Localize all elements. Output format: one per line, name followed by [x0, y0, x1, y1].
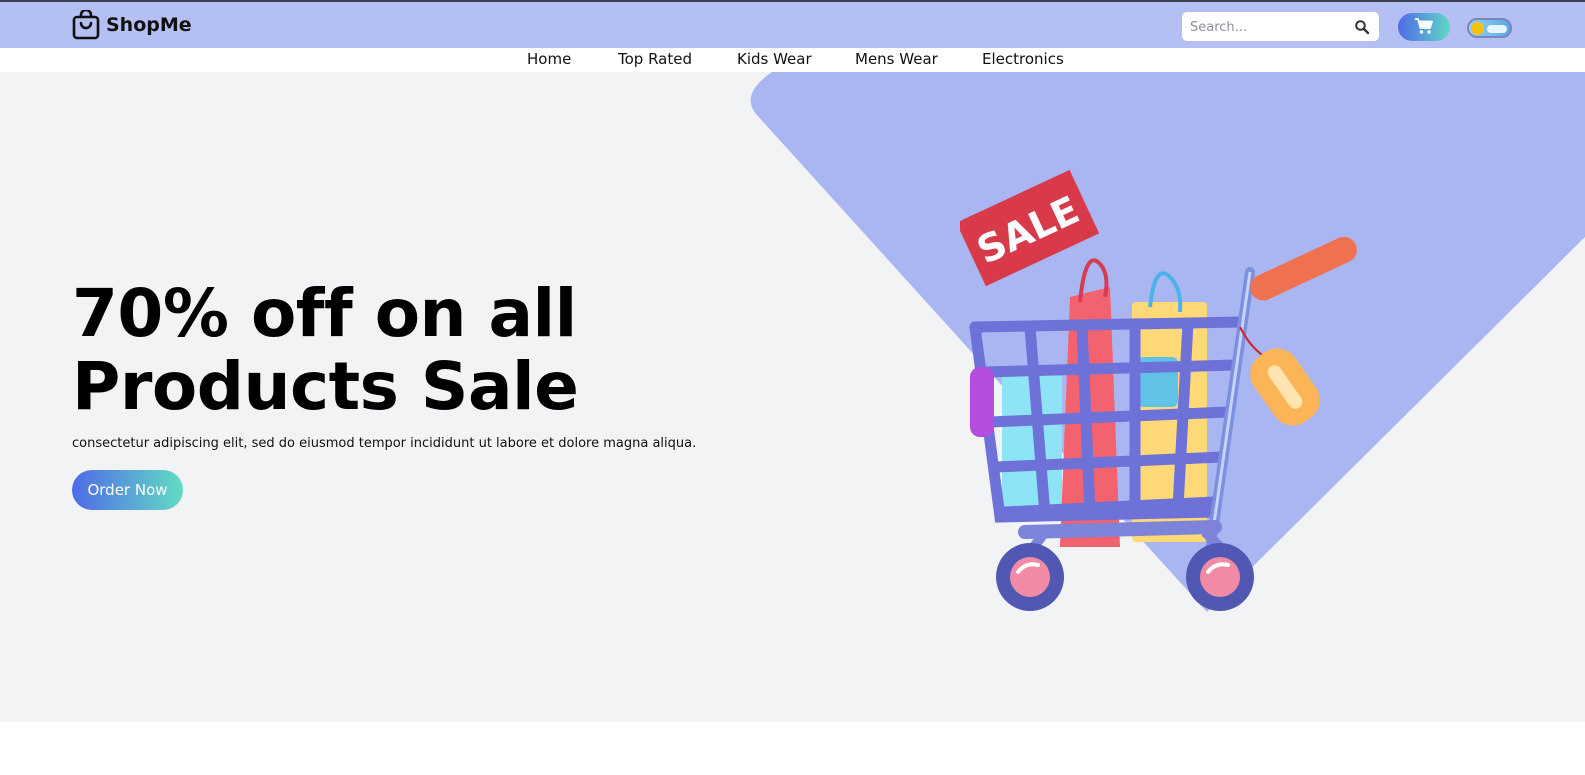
shopping-cart-illustration: SALE — [960, 169, 1357, 611]
nav-item-kids-wear[interactable]: Kids Wear — [737, 50, 812, 68]
top-header: ShopMe — [0, 0, 1585, 48]
cloud-icon — [1487, 25, 1507, 33]
order-now-button[interactable]: Order Now — [72, 470, 183, 510]
nav-item-mens-wear[interactable]: Mens Wear — [855, 50, 938, 68]
main-nav: Home Top Rated Kids Wear Mens Wear Elect… — [0, 48, 1585, 72]
search-icon[interactable] — [1354, 19, 1370, 35]
brand-logo[interactable]: ShopMe — [72, 8, 192, 40]
hero-headline-line-2: Products Sale — [72, 348, 579, 425]
search-input[interactable] — [1190, 17, 1350, 37]
nav-item-electronics[interactable]: Electronics — [982, 50, 1064, 68]
nav-item-home[interactable]: Home — [527, 50, 571, 68]
sun-icon — [1471, 22, 1484, 35]
hero-section: 70% off on all Products Sale consectetur… — [0, 72, 1585, 722]
hero-headline: 70% off on all Products Sale — [72, 277, 772, 423]
search-box — [1181, 11, 1380, 42]
theme-toggle[interactable] — [1467, 18, 1512, 38]
hero-subtext: consectetur adipiscing elit, sed do eius… — [72, 436, 697, 451]
cart-icon — [1414, 17, 1434, 38]
nav-list: Home Top Rated Kids Wear Mens Wear Elect… — [0, 48, 1585, 72]
brand-name: ShopMe — [106, 14, 192, 36]
hero-headline-line-1: 70% off on all — [72, 275, 577, 352]
cart-button[interactable] — [1398, 13, 1450, 41]
shopping-bag-icon — [72, 8, 100, 40]
nav-item-top-rated[interactable]: Top Rated — [618, 50, 692, 68]
